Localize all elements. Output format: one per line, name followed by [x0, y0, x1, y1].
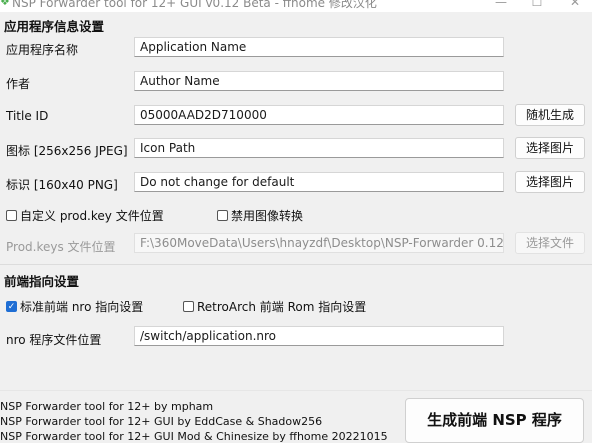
nro-path-field[interactable]: /switch/application.nro [134, 326, 504, 346]
author-field[interactable]: Author Name [134, 71, 504, 91]
icon-path-field[interactable]: Icon Path [134, 138, 504, 158]
author-label: 作者 [6, 77, 31, 91]
title-id-field[interactable]: 05000AAD2D710000 [134, 105, 504, 125]
credit-line: NSP Forwarder tool for 12+ GUI by EddCas… [0, 415, 323, 428]
retroarch-label[interactable]: RetroArch 前端 Rom 指向设置 [197, 298, 366, 315]
credit-line: NSP Forwarder tool for 12+ by mpham [0, 400, 214, 413]
app-icon: ❖ [0, 0, 10, 8]
logo-path-field[interactable]: Do not change for default [134, 172, 504, 192]
footer-divider [0, 390, 592, 391]
minimize-button[interactable]: — [486, 0, 516, 11]
retroarch-checkbox[interactable] [183, 301, 194, 312]
app-info-section-title: 应用程序信息设置 [4, 19, 105, 34]
generate-nsp-button[interactable]: 生成前端 NSP 程序 [405, 398, 584, 443]
custom-prodkey-checkbox[interactable] [6, 210, 17, 221]
logo-label: 标识 [160x40 PNG] [6, 178, 118, 192]
window-title: NSP Forwarder tool for 12+ GUI v0.12 Bet… [12, 0, 377, 10]
app-name-label: 应用程序名称 [6, 43, 79, 57]
std-nro-label[interactable]: 标准前端 nro 指向设置 [20, 298, 143, 315]
icon-label: 图标 [256x256 JPEG] [6, 144, 128, 158]
close-button[interactable]: ✕ [560, 0, 590, 11]
select-icon-button[interactable]: 选择图片 [515, 137, 585, 159]
disable-image-conversion-checkbox[interactable] [217, 210, 228, 221]
app-name-field[interactable]: Application Name [134, 37, 504, 57]
frontend-section-title: 前端指向设置 [4, 274, 80, 289]
maximize-button[interactable]: ☐ [522, 0, 552, 11]
prodkeys-label: Prod.keys 文件位置 [6, 240, 116, 254]
nro-path-label: nro 程序文件位置 [6, 333, 102, 347]
select-prodkeys-button[interactable]: 选择文件 [515, 232, 585, 254]
disable-image-conversion-label[interactable]: 禁用图像转换 [231, 207, 303, 224]
random-generate-button[interactable]: 随机生成 [515, 104, 585, 126]
prodkeys-path-field[interactable]: F:\360MoveData\Users\hnayzdf\Desktop\NSP… [134, 233, 504, 253]
select-logo-button[interactable]: 选择图片 [515, 171, 585, 193]
title-bar: ❖ NSP Forwarder tool for 12+ GUI v0.12 B… [0, 0, 592, 12]
custom-prodkey-label[interactable]: 自定义 prod.key 文件位置 [20, 207, 164, 224]
std-nro-checkbox[interactable]: ✓ [6, 301, 17, 312]
title-id-label: Title ID [6, 109, 49, 123]
section-divider [0, 264, 592, 265]
credit-line: NSP Forwarder tool for 12+ GUI Mod & Chi… [0, 430, 388, 443]
